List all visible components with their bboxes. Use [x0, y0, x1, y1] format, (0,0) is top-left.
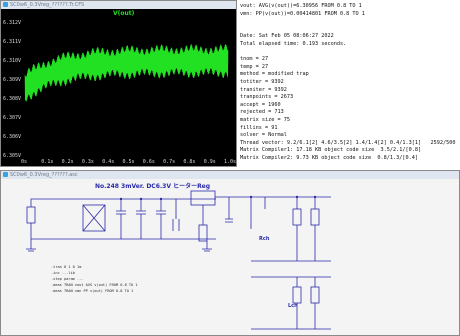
log-line: Matrix Compiler2: 9.73 KB object code si… [240, 155, 419, 161]
schematic-window-titlebar[interactable]: SC0w6_0.3Vreg_??????.asc [1, 171, 459, 179]
log-line: solver = Normal [240, 132, 287, 139]
log-line: tranpoints = 2673 [240, 94, 294, 101]
log-line: temp = 27 [240, 63, 269, 70]
log-line: matrix size = 75 [240, 117, 290, 123]
schematic-canvas[interactable]: No.248 3mVer. DC6.3V ヒーターReg Rch Lch .tr… [1, 179, 459, 335]
schematic-window-title: SC0w6_0.3Vreg_??????.asc [10, 172, 78, 178]
voltage-trace [24, 44, 229, 102]
log-line: method = modified trap [240, 71, 309, 78]
waveform-window-titlebar[interactable]: SC0w6_0.3Vreg_??????.Tr.CFS [1, 1, 236, 9]
log-line: Matrix Compiler1: 17.18 KB object code s… [240, 147, 422, 154]
log-line: totiter = 9392 [240, 79, 284, 85]
log-line: tnom = 27 [240, 56, 269, 63]
log-line: accept = 1960 [240, 101, 281, 108]
voltage-source-symbol [26, 206, 36, 224]
v-out-trace-line [24, 44, 229, 102]
waveform-window[interactable]: SC0w6_0.3Vreg_??????.Tr.CFS V(out) 6.312… [0, 0, 237, 167]
waveform-plot-area[interactable]: V(out) 6.312V 6.311V 6.310V 6.309V 6.308V 6.3… [1, 9, 236, 166]
log-line: vout: AVG(v(out))=6.30956 FROM 0.8 TO 1 [240, 3, 362, 9]
ltspice-app-icon [3, 2, 8, 7]
regulator-ic-symbol [190, 190, 216, 206]
log-line: Date: Sat Feb 05 08:06:27 2022 [240, 33, 334, 40]
waveform-window-title: SC0w6_0.3Vreg_??????.Tr.CFS [10, 2, 85, 8]
log-line: rejected = 713 [240, 109, 284, 116]
log-line: Thread vector: 9.2/6.1[2] 4.6/3.5[2] 1.4… [240, 139, 456, 146]
log-line: vmn: PP(v(out))=0.00414801 FROM 0.8 TO 1 [240, 10, 365, 17]
log-line: Total elapsed time: 0.193 seconds. [240, 41, 347, 47]
schematic-drawing [26, 190, 331, 330]
schematic-app-icon [3, 172, 8, 177]
log-line: fillins = 91 [240, 124, 278, 131]
spice-error-log[interactable]: vout: AVG(v(out))=6.30956 FROM 0.8 TO 1v… [237, 0, 460, 176]
log-line: traniter = 9392 [240, 86, 287, 93]
schematic-window[interactable]: SC0w6_0.3Vreg_??????.asc No.248 3mVer. D… [0, 170, 460, 336]
